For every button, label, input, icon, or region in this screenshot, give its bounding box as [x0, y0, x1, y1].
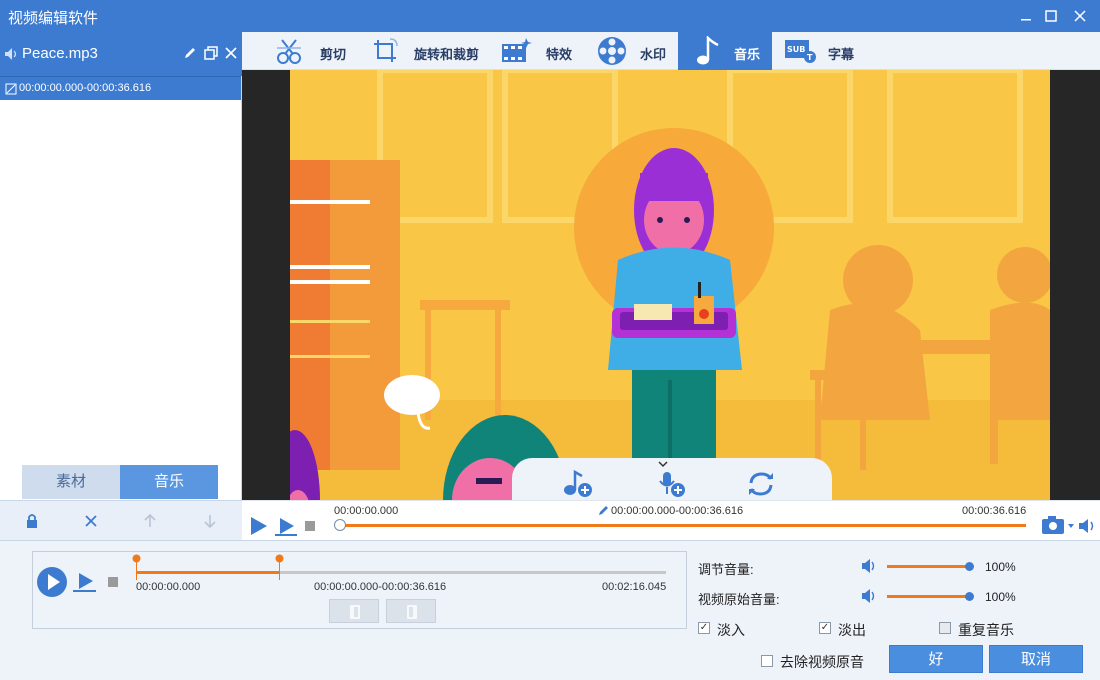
trim-range: 00:00:00.000-00:00:36.616 [314, 581, 447, 593]
left-panel: Peace.mp3 00:00:00.000-00:00:36.616 素材 音… [0, 32, 242, 540]
video-frame [290, 70, 1050, 500]
fade-in-label: 淡入 [717, 622, 745, 638]
volume-label: 调节音量: [698, 562, 754, 577]
preview-overlay-panel [512, 458, 832, 500]
video-preview [242, 70, 1100, 500]
effects-icon [500, 36, 532, 66]
clip-icon [5, 83, 17, 95]
trim-stop-icon[interactable] [107, 576, 119, 588]
repeat-music-label: 重复音乐 [958, 622, 1014, 638]
maximize-icon[interactable] [1041, 6, 1061, 26]
pencil-icon [598, 504, 610, 516]
close-icon[interactable] [1070, 6, 1090, 26]
minimize-icon[interactable] [1016, 6, 1036, 26]
speaker-icon [4, 47, 20, 61]
trim-end-handle[interactable] [275, 554, 284, 580]
camera-icon[interactable] [1040, 514, 1076, 536]
music-file-name: Peace.mp3 [22, 45, 98, 62]
title-bar: 视频编辑软件 [0, 0, 1100, 32]
tool-music-label: 音乐 [734, 47, 761, 62]
volume-speaker-icon [861, 558, 879, 574]
trim-start-time: 00:00:00.000 [136, 581, 201, 593]
set-end-button[interactable] [386, 599, 436, 623]
refresh-icon[interactable] [746, 470, 776, 498]
total-time: 00:00:36.616 [962, 505, 1027, 517]
edit-toolbar: 剪切 旋转和裁剪 特效 水印 音乐 SUB T 字幕 [242, 32, 1100, 70]
tool-rotate-crop[interactable]: 旋转和裁剪 [368, 32, 488, 70]
play-segment-icon[interactable] [274, 515, 298, 537]
clip-item[interactable]: 00:00:00.000-00:00:36.616 [0, 76, 241, 100]
watermark-icon [596, 35, 628, 67]
trim-play-segment-icon[interactable] [71, 570, 97, 594]
clip-range: 00:00:00.000-00:00:36.616 [19, 82, 152, 94]
trim-start-handle[interactable] [132, 554, 141, 580]
original-volume-label: 视频原始音量: [698, 592, 780, 607]
remove-original-audio-label: 去除视频原音 [780, 654, 864, 670]
tool-rotate-crop-label: 旋转和裁剪 [414, 47, 480, 62]
tool-cut[interactable]: 剪切 [272, 32, 362, 70]
set-start-button[interactable] [329, 599, 379, 623]
copy-icon[interactable] [204, 46, 218, 60]
trim-selection [136, 571, 280, 574]
music-icon [694, 36, 720, 66]
trim-play-icon[interactable] [36, 566, 68, 598]
remove-original-audio-checkbox[interactable] [761, 655, 773, 667]
trim-end-time: 00:02:16.045 [602, 581, 667, 593]
tool-watermark-label: 水印 [640, 47, 667, 62]
stop-icon[interactable] [304, 520, 316, 532]
bottom-panel: 00:00:00.000 00:00:00.000-00:00:36.616 0… [0, 540, 1100, 680]
fade-out-label: 淡出 [838, 622, 866, 638]
subtitle-icon: SUB T [784, 38, 818, 64]
tool-cut-label: 剪切 [320, 47, 347, 62]
tool-music[interactable]: 音乐 [678, 32, 772, 70]
cut-icon [274, 36, 304, 66]
tool-effects-label: 特效 [546, 47, 573, 62]
tool-effects[interactable]: 特效 [500, 32, 580, 70]
tool-subtitle[interactable]: SUB T 字幕 [782, 32, 862, 70]
tool-subtitle-label: 字幕 [828, 47, 855, 62]
original-volume-speaker-icon [861, 588, 879, 604]
volume-slider[interactable] [887, 565, 969, 568]
tab-material[interactable]: 素材 [22, 465, 120, 499]
current-time: 00:00:00.000 [334, 505, 399, 517]
window-title: 视频编辑软件 [8, 10, 99, 27]
add-music-icon[interactable] [562, 468, 592, 498]
left-toolbar [0, 500, 242, 540]
lock-icon[interactable] [24, 513, 40, 529]
tab-music[interactable]: 音乐 [120, 465, 218, 499]
delete-icon[interactable] [83, 513, 99, 529]
left-tabs: 素材 音乐 [22, 465, 218, 499]
original-volume-slider[interactable] [887, 595, 969, 598]
trim-panel: 00:00:00.000 00:00:00.000-00:00:36.616 0… [32, 551, 687, 629]
repeat-music-checkbox[interactable] [939, 622, 951, 634]
original-volume-value: 100% [985, 590, 1016, 604]
tool-watermark[interactable]: 水印 [594, 32, 674, 70]
video-illustration [290, 70, 1050, 500]
segment-range: 00:00:00.000-00:00:36.616 [611, 505, 744, 517]
progress-track[interactable] [340, 524, 1026, 527]
svg-text:T: T [807, 53, 813, 62]
ok-button[interactable]: 好 [889, 645, 983, 673]
add-voiceover-icon[interactable] [656, 468, 686, 498]
fade-in-checkbox[interactable]: ✓ [698, 622, 710, 634]
svg-text:SUB: SUB [787, 45, 805, 54]
edit-icon[interactable] [183, 46, 197, 60]
volume-value: 100% [985, 560, 1016, 574]
remove-icon[interactable] [224, 46, 238, 60]
move-up-icon[interactable] [142, 513, 158, 529]
original-volume-slider-handle[interactable] [965, 592, 974, 601]
rotate-crop-icon [370, 36, 400, 66]
playback-bar: 00:00:00.000 00:00:00.000-00:00:36.616 0… [242, 500, 1100, 540]
play-icon[interactable] [248, 515, 270, 537]
progress-handle[interactable] [334, 519, 346, 531]
file-header[interactable]: Peace.mp3 [0, 32, 242, 76]
volume-slider-handle[interactable] [965, 562, 974, 571]
cancel-button[interactable]: 取消 [989, 645, 1083, 673]
move-down-icon[interactable] [202, 513, 218, 529]
volume-icon[interactable] [1078, 517, 1098, 535]
fade-out-checkbox[interactable]: ✓ [819, 622, 831, 634]
